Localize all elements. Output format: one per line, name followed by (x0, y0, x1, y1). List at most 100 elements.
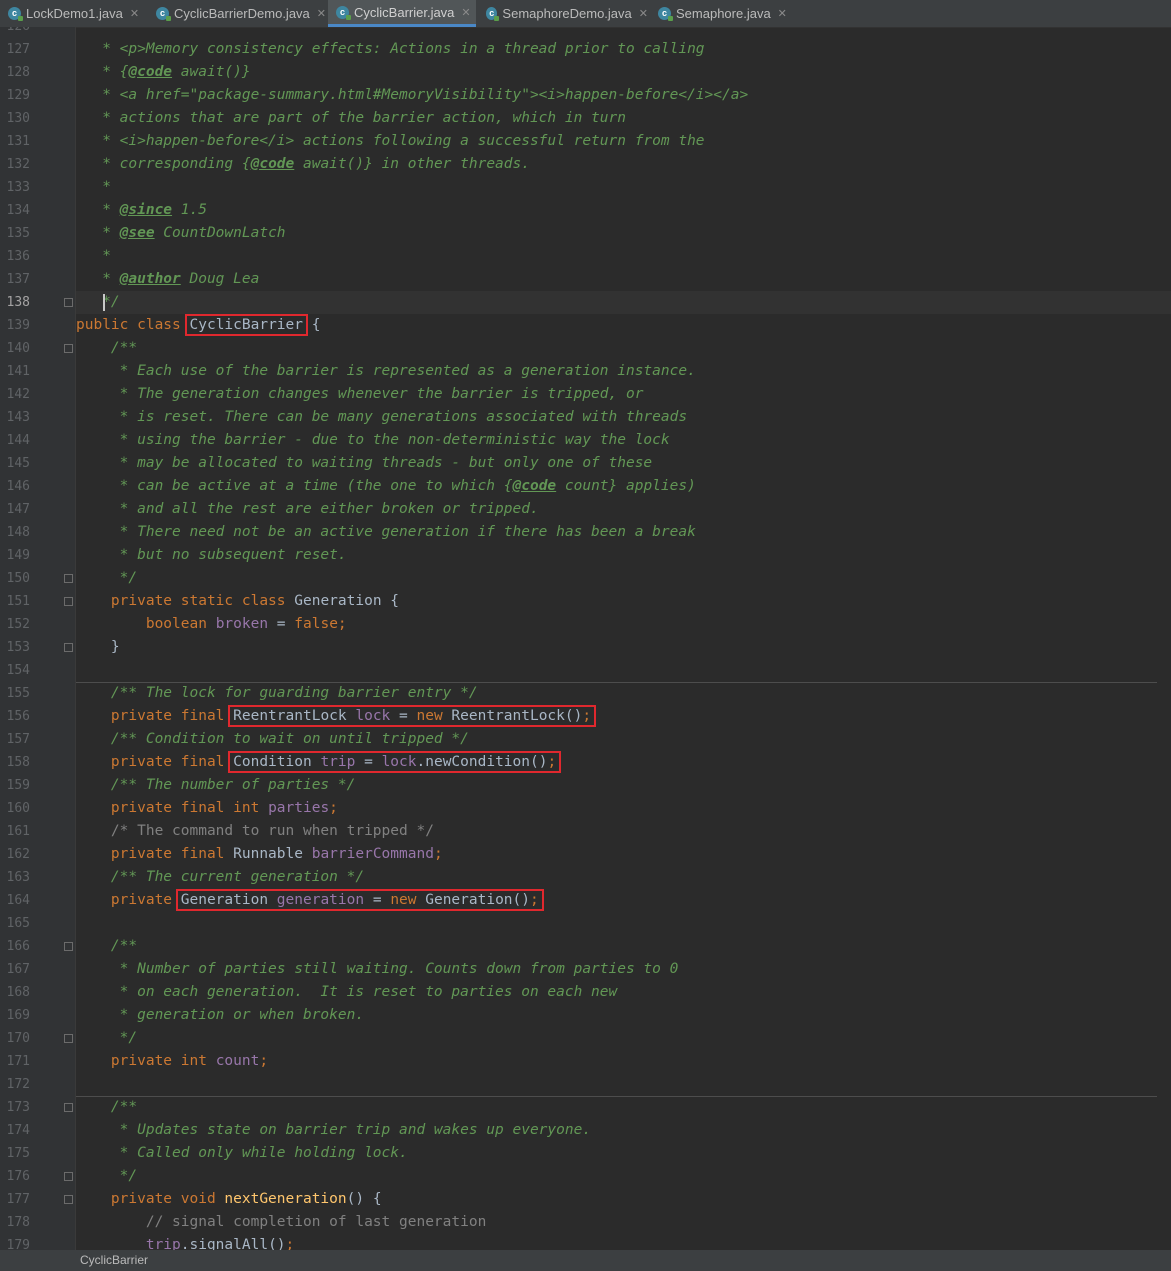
code-line[interactable]: } (76, 636, 1171, 659)
code-token: () { (346, 1191, 382, 1207)
code-token: * Each use of the barrier is represented… (76, 363, 696, 379)
code-line[interactable]: * <a href="package-summary.html#MemoryVi… (76, 84, 1171, 107)
code-line[interactable]: /** (76, 935, 1171, 958)
fold-marker-icon[interactable] (64, 597, 73, 606)
code-line[interactable]: * The generation changes whenever the ba… (76, 383, 1171, 406)
code-token: Doug Lea (180, 271, 260, 287)
code-line[interactable]: /** The lock for guarding barrier entry … (76, 682, 1171, 705)
code-line[interactable]: */ (76, 1027, 1171, 1050)
code-line[interactable]: * (76, 27, 1171, 38)
code-line[interactable]: * corresponding {@code await()} in other… (76, 153, 1171, 176)
code-token: = (355, 754, 382, 770)
close-icon[interactable]: ✕ (317, 7, 326, 20)
line-number: 171 (6, 1054, 30, 1069)
close-icon[interactable]: ✕ (639, 7, 648, 20)
code-line[interactable]: private final ReentrantLock lock = new R… (76, 705, 1171, 728)
code-line[interactable]: * (76, 245, 1171, 268)
fold-marker-icon[interactable] (64, 1172, 73, 1181)
tab-cyclicbarrier-java[interactable]: c CyclicBarrier.java ✕ (328, 0, 476, 27)
code-line[interactable]: /** The number of parties */ (76, 774, 1171, 797)
line-number: 146 (6, 479, 30, 494)
code-line[interactable]: * but no subsequent reset. (76, 544, 1171, 567)
code-line[interactable]: private static class Generation { (76, 590, 1171, 613)
code-token: public class (76, 317, 190, 333)
code-token: nextGeneration (224, 1191, 347, 1207)
code-line[interactable]: private void nextGeneration() { (76, 1188, 1171, 1211)
code-line[interactable]: private int count; (76, 1050, 1171, 1073)
code-token: /** The number of parties */ (76, 777, 356, 793)
code-line[interactable]: * <i>happen-before</i> actions following… (76, 130, 1171, 153)
code-line[interactable] (76, 1073, 1171, 1096)
code-line[interactable]: * on each generation. It is reset to par… (76, 981, 1171, 1004)
code-line[interactable]: /** The current generation */ (76, 866, 1171, 889)
code-line[interactable]: * Each use of the barrier is represented… (76, 360, 1171, 383)
code-line[interactable]: /** Condition to wait on until tripped *… (76, 728, 1171, 751)
code-line[interactable]: /* The command to run when tripped */ (76, 820, 1171, 843)
line-number: 178 (6, 1215, 30, 1230)
code-token: trip (145, 1237, 181, 1250)
code-line[interactable]: * There need not be an active generation… (76, 521, 1171, 544)
fold-marker-icon[interactable] (64, 1103, 73, 1112)
code-line[interactable]: private final int parties; (76, 797, 1171, 820)
code-line[interactable]: * <p>Memory consistency effects: Actions… (76, 38, 1171, 61)
code-line[interactable]: * generation or when broken. (76, 1004, 1171, 1027)
tab-cyclicbarrierdemo-java[interactable]: c CyclicBarrierDemo.java ✕ (148, 0, 326, 27)
fold-marker-icon[interactable] (64, 574, 73, 583)
close-icon[interactable]: ✕ (778, 7, 787, 20)
close-icon[interactable]: ✕ (130, 7, 139, 20)
code-editor[interactable]: * * <p>Memory consistency effects: Actio… (76, 27, 1171, 1250)
tab-semaphoredemo-java[interactable]: c SemaphoreDemo.java ✕ (478, 0, 648, 27)
fold-marker-icon[interactable] (64, 344, 73, 353)
code-line[interactable]: */ (76, 291, 1171, 314)
code-line[interactable]: * can be active at a time (the one to wh… (76, 475, 1171, 498)
code-line[interactable] (76, 659, 1171, 682)
code-line[interactable]: * using the barrier - due to the non-det… (76, 429, 1171, 452)
code-line[interactable]: * is reset. There can be many generation… (76, 406, 1171, 429)
code-line[interactable]: * @author Doug Lea (76, 268, 1171, 291)
breadcrumb[interactable]: CyclicBarrier (80, 1253, 148, 1267)
fold-marker-icon[interactable] (64, 1195, 73, 1204)
fold-marker-icon[interactable] (64, 298, 73, 307)
close-icon[interactable]: ✕ (461, 6, 470, 19)
fold-marker-icon[interactable] (64, 1034, 73, 1043)
code-token: new (390, 892, 426, 908)
code-line[interactable]: * may be allocated to waiting threads - … (76, 452, 1171, 475)
tab-lockdemo1-java[interactable]: c LockDemo1.java ✕ (0, 0, 146, 27)
code-line[interactable]: * {@code await()} (76, 61, 1171, 84)
code-line[interactable]: */ (76, 567, 1171, 590)
code-line[interactable]: /** (76, 1096, 1171, 1119)
code-token: private static class (76, 593, 295, 609)
code-line[interactable]: boolean broken = false; (76, 613, 1171, 636)
line-number: 150 (6, 571, 30, 586)
code-line[interactable]: // signal completion of last generation (76, 1211, 1171, 1234)
code-token: private void (76, 1191, 225, 1207)
code-line[interactable]: private final Condition trip = lock.newC… (76, 751, 1171, 774)
code-line[interactable] (76, 912, 1171, 935)
code-token: @code (512, 478, 557, 494)
code-line[interactable]: * Updates state on barrier trip and wake… (76, 1119, 1171, 1142)
code-token: * and all the rest are either broken or … (76, 501, 539, 517)
code-line[interactable]: /** (76, 337, 1171, 360)
line-number-gutter[interactable]: 126 127 128 129 130 131 132 133 134 135 136 137 138 1… (0, 27, 76, 1250)
code-token: Runnable (233, 846, 312, 862)
code-line[interactable]: trip.signalAll(); (76, 1234, 1171, 1250)
code-line[interactable]: * and all the rest are either broken or … (76, 498, 1171, 521)
code-line[interactable]: * Number of parties still waiting. Count… (76, 958, 1171, 981)
fold-marker-icon[interactable] (64, 643, 73, 652)
code-line[interactable]: * Called only while holding lock. (76, 1142, 1171, 1165)
code-token: lock (355, 708, 391, 724)
code-line[interactable]: private final Runnable barrierCommand; (76, 843, 1171, 866)
code-line[interactable]: */ (76, 1165, 1171, 1188)
tab-semaphore-java[interactable]: c Semaphore.java ✕ (650, 0, 802, 27)
code-token: await()} (172, 64, 251, 80)
fold-marker-icon[interactable] (64, 942, 73, 951)
code-line[interactable]: * actions that are part of the barrier a… (76, 107, 1171, 130)
code-line[interactable]: * @since 1.5 (76, 199, 1171, 222)
code-line[interactable]: private Generation generation = new Gene… (76, 889, 1171, 912)
tab-label: CyclicBarrier.java (354, 4, 455, 20)
line-number: 173 (6, 1100, 30, 1115)
code-line[interactable]: * @see CountDownLatch (76, 222, 1171, 245)
code-line[interactable]: * (76, 176, 1171, 199)
code-line[interactable]: public class CyclicBarrier { (76, 314, 1171, 337)
line-number: 176 (6, 1169, 30, 1184)
